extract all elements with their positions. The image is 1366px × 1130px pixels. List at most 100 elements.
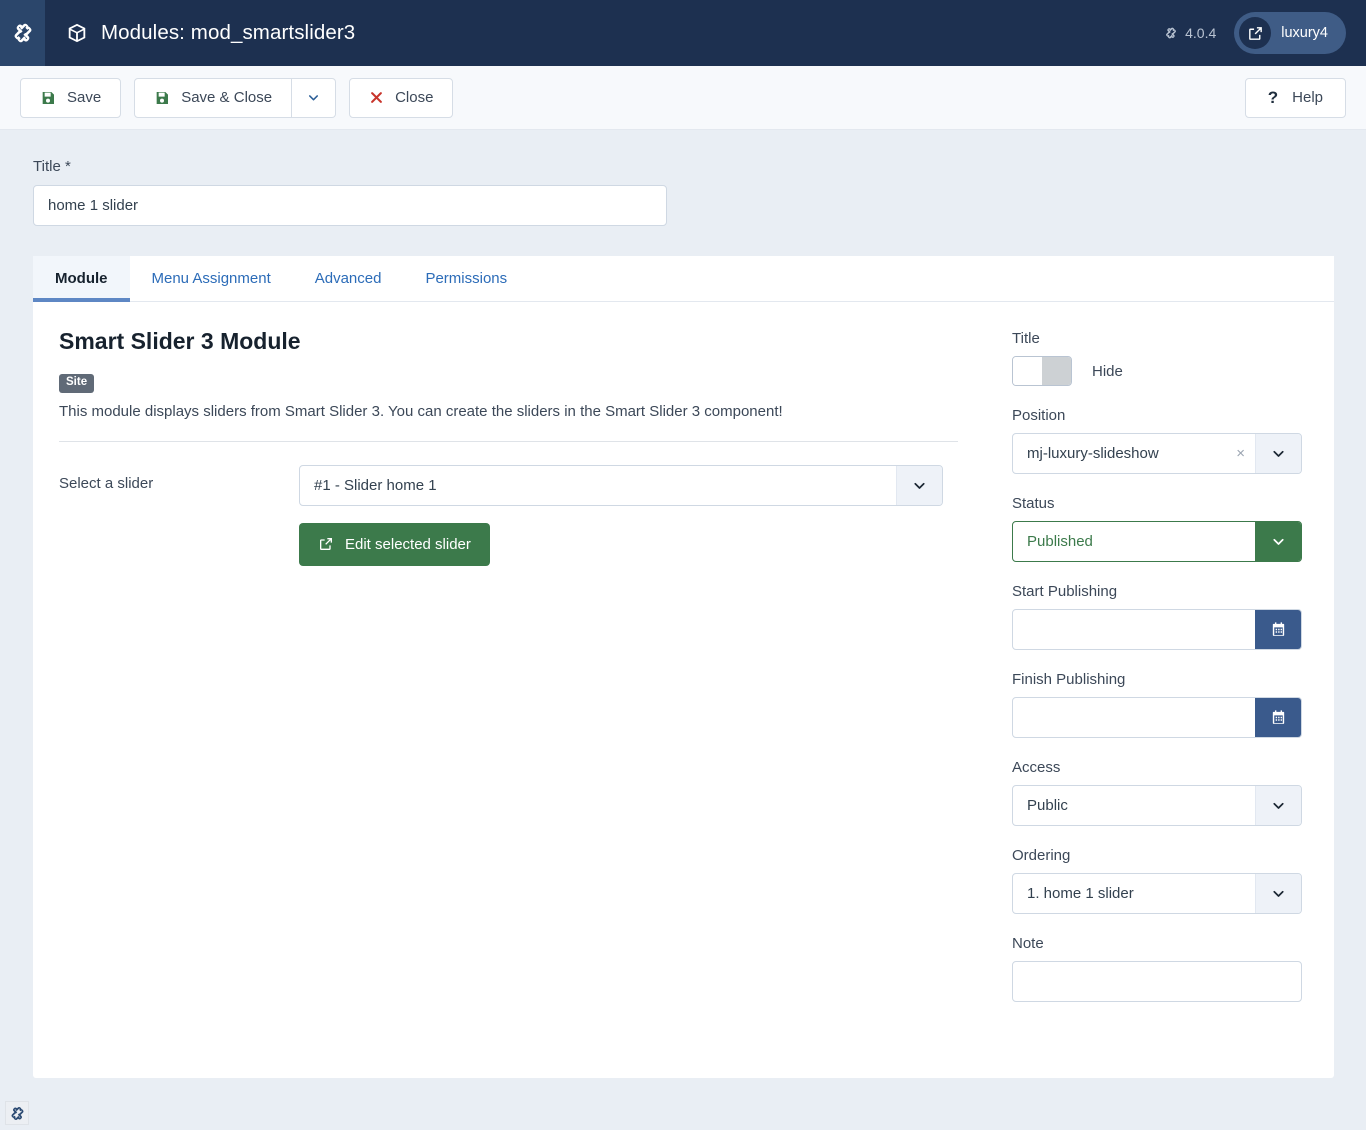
chevron-down-icon: [1272, 538, 1284, 545]
panel-body: Smart Slider 3 Module Site This module d…: [33, 302, 1334, 1023]
save-close-split-group: Save & Close: [134, 77, 337, 118]
tab-advanced[interactable]: Advanced: [293, 256, 404, 301]
chevron-down-icon: [914, 482, 925, 489]
title-toggle-group: Title Hide: [1012, 330, 1302, 386]
position-select-arrow[interactable]: [1255, 434, 1301, 473]
select-slider-label: Select a slider: [59, 474, 154, 492]
cube-icon: [68, 23, 86, 43]
access-select[interactable]: Public: [1012, 785, 1302, 826]
tab-permissions[interactable]: Permissions: [403, 256, 529, 301]
help-button-label: Help: [1292, 89, 1323, 106]
access-select-value: Public: [1027, 797, 1068, 814]
finish-publishing-group: Finish Publishing: [1012, 671, 1302, 738]
external-link-icon: [320, 538, 332, 550]
title-input-value: home 1 slider: [48, 197, 139, 214]
save-button-label: Save: [67, 89, 102, 106]
external-link-icon: [1248, 26, 1262, 40]
status-label: Status: [1012, 495, 1055, 512]
tab-module-label: Module: [55, 270, 108, 287]
note-group: Note: [1012, 935, 1302, 1002]
note-input[interactable]: [1012, 961, 1302, 1002]
position-label: Position: [1012, 407, 1066, 424]
tab-menu-assignment[interactable]: Menu Assignment: [130, 256, 293, 301]
tab-bar: Module Menu Assignment Advanced Permissi…: [33, 256, 1334, 302]
calendar-icon: [1272, 710, 1284, 724]
header-right-group: 4.0.4 luxury4: [1164, 12, 1366, 54]
toggle-knob: [1013, 357, 1042, 385]
position-group: Position mj-luxury-slideshow ×: [1012, 407, 1302, 474]
title-input[interactable]: home 1 slider: [33, 185, 667, 226]
joomla-logo-icon: [14, 23, 31, 43]
floppy-disk-icon: [156, 91, 169, 104]
editor-toolbar: Save Save & Close Close ? Help: [0, 66, 1366, 130]
page-title-group: Modules: mod_smartslider3: [45, 21, 355, 45]
position-select[interactable]: mj-luxury-slideshow ×: [1012, 433, 1302, 474]
close-button[interactable]: Close: [349, 77, 454, 118]
module-edit-panel: Module Menu Assignment Advanced Permissi…: [33, 256, 1334, 1078]
ordering-select-arrow[interactable]: [1255, 874, 1301, 913]
slider-select-value: #1 - Slider home 1: [314, 476, 437, 494]
joomla-logo-icon: [11, 1106, 23, 1120]
site-name-label: luxury4: [1281, 25, 1328, 41]
help-button[interactable]: ? Help: [1244, 77, 1346, 118]
edit-selected-slider-button[interactable]: Edit selected slider: [299, 522, 490, 566]
title-toggle-row: Hide: [1012, 356, 1302, 386]
chevron-down-icon: [309, 95, 319, 101]
floppy-disk-icon: [42, 91, 54, 104]
ordering-select-value: 1. home 1 slider: [1027, 885, 1134, 902]
joomla-logo-button[interactable]: [0, 0, 45, 66]
site-preview-button[interactable]: luxury4: [1234, 12, 1346, 54]
save-and-close-button-label: Save & Close: [181, 89, 273, 106]
x-mark-icon: [371, 92, 382, 103]
joomla-mark-icon: [1166, 27, 1177, 39]
finish-publishing-field: [1012, 697, 1302, 738]
version-label: 4.0.4: [1185, 25, 1217, 41]
module-main-column: Smart Slider 3 Module Site This module d…: [59, 328, 958, 1023]
chevron-down-icon: [1273, 890, 1284, 897]
divider: [59, 440, 958, 442]
save-options-dropdown-button[interactable]: [292, 77, 337, 118]
start-publishing-field: [1012, 609, 1302, 650]
chevron-down-icon: [1273, 802, 1284, 809]
position-select-value: mj-luxury-slideshow: [1027, 445, 1159, 462]
module-description: This module displays sliders from Smart …: [59, 402, 783, 420]
module-sidebar-column: Title Hide Position mj-luxury-slideshow …: [1012, 328, 1302, 1023]
toggle-track: [1042, 357, 1071, 385]
note-label: Note: [1012, 935, 1044, 952]
chevron-down-icon: [1273, 450, 1284, 457]
ordering-select[interactable]: 1. home 1 slider: [1012, 873, 1302, 914]
save-button[interactable]: Save: [20, 77, 122, 118]
start-publishing-input[interactable]: [1013, 610, 1255, 649]
tab-advanced-label: Advanced: [314, 270, 382, 287]
save-and-close-button[interactable]: Save & Close: [134, 77, 293, 118]
access-label: Access: [1012, 759, 1061, 776]
ordering-label: Ordering: [1012, 847, 1071, 864]
status-badge: Site: [59, 374, 95, 393]
version-indicator: 4.0.4: [1164, 25, 1216, 41]
top-header-bar: Modules: mod_smartslider3 4.0.4 luxury4: [0, 0, 1366, 66]
start-publishing-calendar-button[interactable]: [1255, 610, 1301, 649]
finish-publishing-input[interactable]: [1013, 698, 1255, 737]
finish-publishing-label: Finish Publishing: [1012, 671, 1126, 688]
question-mark-icon: ?: [1267, 87, 1279, 107]
title-field-group: Title * home 1 slider: [0, 130, 1366, 226]
status-select-value: Published: [1027, 533, 1093, 550]
status-select-arrow[interactable]: [1255, 522, 1301, 561]
slider-select[interactable]: #1 - Slider home 1: [299, 464, 943, 506]
title-toggle-state-label: Hide: [1092, 362, 1123, 380]
edit-selected-slider-label: Edit selected slider: [345, 535, 471, 553]
select-slider-field: Select a slider #1 - Slider home 1: [59, 464, 958, 506]
calendar-icon: [1272, 622, 1284, 636]
status-select[interactable]: Published: [1012, 521, 1302, 562]
clear-x-icon[interactable]: ×: [1226, 434, 1255, 473]
access-select-arrow[interactable]: [1255, 786, 1301, 825]
tab-permissions-label: Permissions: [425, 270, 508, 287]
tab-menu-assignment-label: Menu Assignment: [151, 270, 271, 287]
title-show-hide-toggle[interactable]: [1012, 356, 1072, 386]
start-publishing-label: Start Publishing: [1012, 583, 1118, 600]
finish-publishing-calendar-button[interactable]: [1255, 698, 1301, 737]
external-link-icon-wrap: [1239, 17, 1272, 49]
slider-select-arrow[interactable]: [896, 465, 942, 505]
tab-module[interactable]: Module: [33, 256, 130, 302]
footer-joomla-logo[interactable]: [5, 1101, 29, 1125]
